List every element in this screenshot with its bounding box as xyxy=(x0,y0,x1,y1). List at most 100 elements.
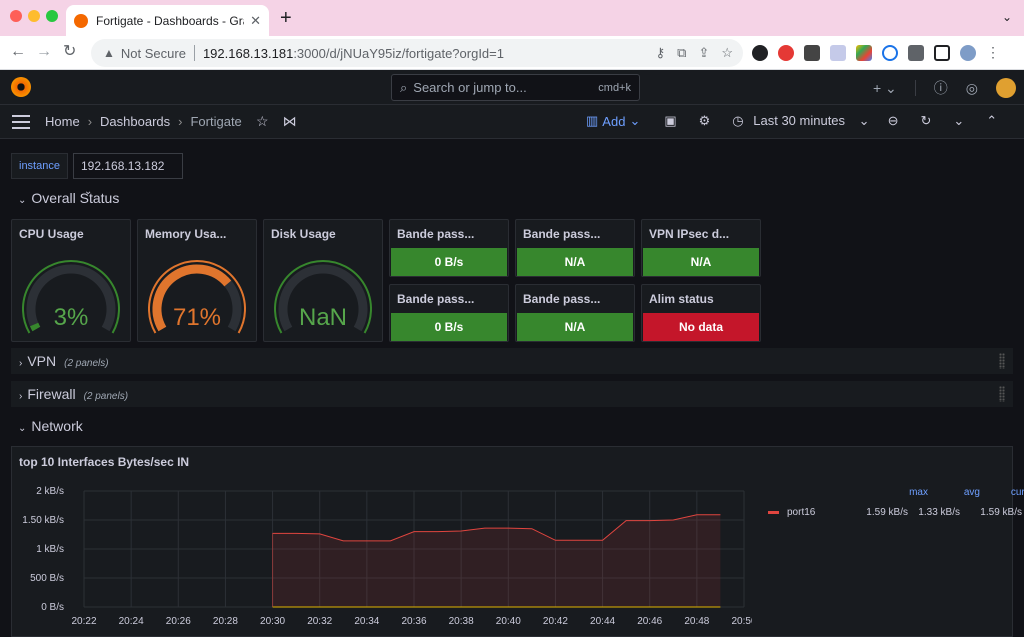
maximize-window-button[interactable] xyxy=(46,10,58,22)
key-icon[interactable]: ⚷ xyxy=(656,45,666,61)
ring-extension-icon[interactable] xyxy=(882,44,898,61)
disk-usage-panel[interactable]: Disk Usage NaN xyxy=(263,219,383,342)
stat-panel-bandwidth-3[interactable]: Bande pass... 0 B/s xyxy=(389,284,509,342)
zoom-out-icon[interactable]: ⊖ xyxy=(888,113,899,129)
panel-title: Memory Usa... xyxy=(145,227,227,241)
stat-value: No data xyxy=(643,313,759,341)
tab-close-icon[interactable]: ✕ xyxy=(250,13,261,29)
time-range-label: Last 30 minutes xyxy=(753,113,846,128)
address-bar[interactable]: ▲ Not Secure 192.168.13.181 :3000/d/jNUa… xyxy=(91,39,743,67)
stat-panel-bandwidth-1[interactable]: Bande pass... 0 B/s xyxy=(389,219,509,277)
grafana-favicon-icon xyxy=(74,13,88,28)
panel-title: Disk Usage xyxy=(271,227,336,241)
interfaces-graph-panel[interactable]: top 10 Interfaces Bytes/sec IN 0 B/s 500 … xyxy=(11,446,1024,637)
legend-avg-value: 1.33 kB/s xyxy=(918,507,960,518)
legend-max-value: 1.59 kB/s xyxy=(866,507,908,518)
series-color-swatch xyxy=(768,511,779,514)
user-avatar[interactable] xyxy=(996,78,1016,98)
grafana-logo-icon[interactable] xyxy=(11,77,31,97)
news-rss-icon[interactable]: ◎ xyxy=(966,80,978,97)
breadcrumb-separator: › xyxy=(178,114,183,129)
reload-icon[interactable]: ↻ xyxy=(63,42,76,62)
row-panel-count: (2 panels) xyxy=(83,391,129,402)
forward-arrow-icon[interactable]: → xyxy=(36,42,52,62)
time-picker[interactable]: ◷ Last 30 minutes ⌄ xyxy=(732,113,869,129)
stat-panel-vpn-ipsec[interactable]: VPN IPsec d... N/A xyxy=(641,219,761,277)
extension-cat-icon[interactable] xyxy=(752,44,768,61)
instance-variable-select[interactable]: 192.168.13.182 ⌄ xyxy=(73,153,183,197)
dashboard-nav-bar: Home › Dashboards › Fortigate ☆ ⋈ ▥ Add … xyxy=(0,105,1024,139)
save-icon[interactable]: ▣ xyxy=(664,113,676,129)
adblock-icon[interactable] xyxy=(778,44,794,61)
favorite-star-icon[interactable]: ☆ xyxy=(256,113,269,130)
add-panel-icon: ▥ xyxy=(586,113,599,128)
x-tick-label: 20:50 xyxy=(731,616,752,627)
drag-handle-icon[interactable] xyxy=(999,353,1005,369)
row-title: Firewall xyxy=(27,386,76,402)
breadcrumb-dashboards[interactable]: Dashboards xyxy=(100,114,170,129)
panel-title: VPN IPsec d... xyxy=(649,227,730,241)
x-tick-label: 20:28 xyxy=(213,616,238,627)
search-input[interactable]: ⌕ Search or jump to... cmd+k xyxy=(391,74,640,101)
chevron-down-icon: ⌄ xyxy=(18,195,27,206)
series-area-port16 xyxy=(272,514,721,607)
legend-header-max[interactable]: max xyxy=(848,487,928,498)
shield-extension-icon[interactable] xyxy=(830,44,846,61)
legend-current-value: 1.59 kB/s xyxy=(980,507,1022,518)
panel-title: Bande pass... xyxy=(397,227,475,241)
profile-avatar-icon[interactable] xyxy=(960,44,976,61)
add-button[interactable]: ▥ Add ⌄ xyxy=(586,113,640,129)
breadcrumb-home[interactable]: Home xyxy=(45,114,80,129)
stat-panel-bandwidth-2[interactable]: Bande pass... N/A xyxy=(515,219,635,277)
menu-hamburger-icon[interactable] xyxy=(12,115,30,129)
legend-item-port16[interactable]: port16 1.59 kB/s 1.33 kB/s 1.59 kB/s xyxy=(768,507,1024,518)
sidepanel-icon[interactable] xyxy=(934,44,950,61)
panel-title: Bande pass... xyxy=(523,227,601,241)
memory-usage-panel[interactable]: Memory Usa... 71% xyxy=(137,219,257,342)
refresh-icon[interactable]: ↻ xyxy=(920,113,931,129)
browser-tab[interactable]: Fortigate - Dashboards - Grafana ✕ xyxy=(66,5,269,36)
row-vpn[interactable]: › VPN (2 panels) xyxy=(11,348,1013,374)
panel-title: Bande pass... xyxy=(397,292,475,306)
back-arrow-icon[interactable]: ← xyxy=(10,42,26,62)
chart-legend: max avg current port16 1.59 kB/s 1.33 kB… xyxy=(768,487,1024,518)
collapse-chevron-up-icon[interactable]: ⌃ xyxy=(986,113,997,129)
row-firewall[interactable]: › Firewall (2 panels) xyxy=(11,381,1013,407)
legend-header-avg[interactable]: avg xyxy=(928,487,980,498)
x-tick-label: 20:24 xyxy=(119,616,144,627)
search-icon: ⌕ xyxy=(400,79,408,95)
share-dashboard-icon[interactable]: ⋈ xyxy=(283,113,297,130)
breadcrumb-separator: › xyxy=(87,114,93,129)
url-path: :3000/d/jNUaY95iz/fortigate?orgId=1 xyxy=(293,45,504,61)
divider xyxy=(914,80,916,96)
y-tick-label: 1.50 kB/s xyxy=(22,515,64,526)
stat-panel-bandwidth-4[interactable]: Bande pass... N/A xyxy=(515,284,635,342)
drag-handle-icon[interactable] xyxy=(999,386,1005,402)
row-network[interactable]: ⌄ Network xyxy=(18,418,83,434)
stat-panel-alim-status[interactable]: Alim status No data xyxy=(641,284,761,342)
cpu-usage-panel[interactable]: CPU Usage 3% xyxy=(11,219,131,342)
bookmark-star-icon[interactable]: ☆ xyxy=(721,45,733,61)
qr-code-icon[interactable] xyxy=(804,44,820,61)
browser-menu-icon[interactable]: ⋮ xyxy=(986,44,1000,61)
refresh-interval-chevron-icon[interactable]: ⌄ xyxy=(953,113,964,129)
gauge-value: NaN xyxy=(299,304,347,331)
row-overall-status[interactable]: ⌄ Overall Status xyxy=(18,190,119,206)
x-tick-label: 20:32 xyxy=(307,616,332,627)
puzzle-extensions-icon[interactable] xyxy=(908,44,924,61)
help-icon[interactable]: ⓘ xyxy=(934,78,948,98)
new-tab-button[interactable]: + xyxy=(280,8,292,28)
color-extension-icon[interactable] xyxy=(856,44,872,61)
x-tick-label: 20:42 xyxy=(543,616,568,627)
plus-menu-icon[interactable]: + ⌄ xyxy=(873,80,897,97)
minimize-window-button[interactable] xyxy=(28,10,40,22)
share-icon[interactable]: ⇪ xyxy=(698,45,709,61)
tab-search-chevron-icon[interactable]: ⌄ xyxy=(1002,10,1012,24)
breadcrumb-current: Fortigate xyxy=(190,114,242,129)
translate-icon[interactable]: ⧉ xyxy=(677,45,686,61)
settings-gear-icon[interactable]: ⚙ xyxy=(699,113,711,129)
y-tick-label: 2 kB/s xyxy=(36,486,64,497)
x-tick-label: 20:40 xyxy=(496,616,521,627)
close-window-button[interactable] xyxy=(10,10,22,22)
legend-header-current[interactable]: current xyxy=(980,487,1024,498)
